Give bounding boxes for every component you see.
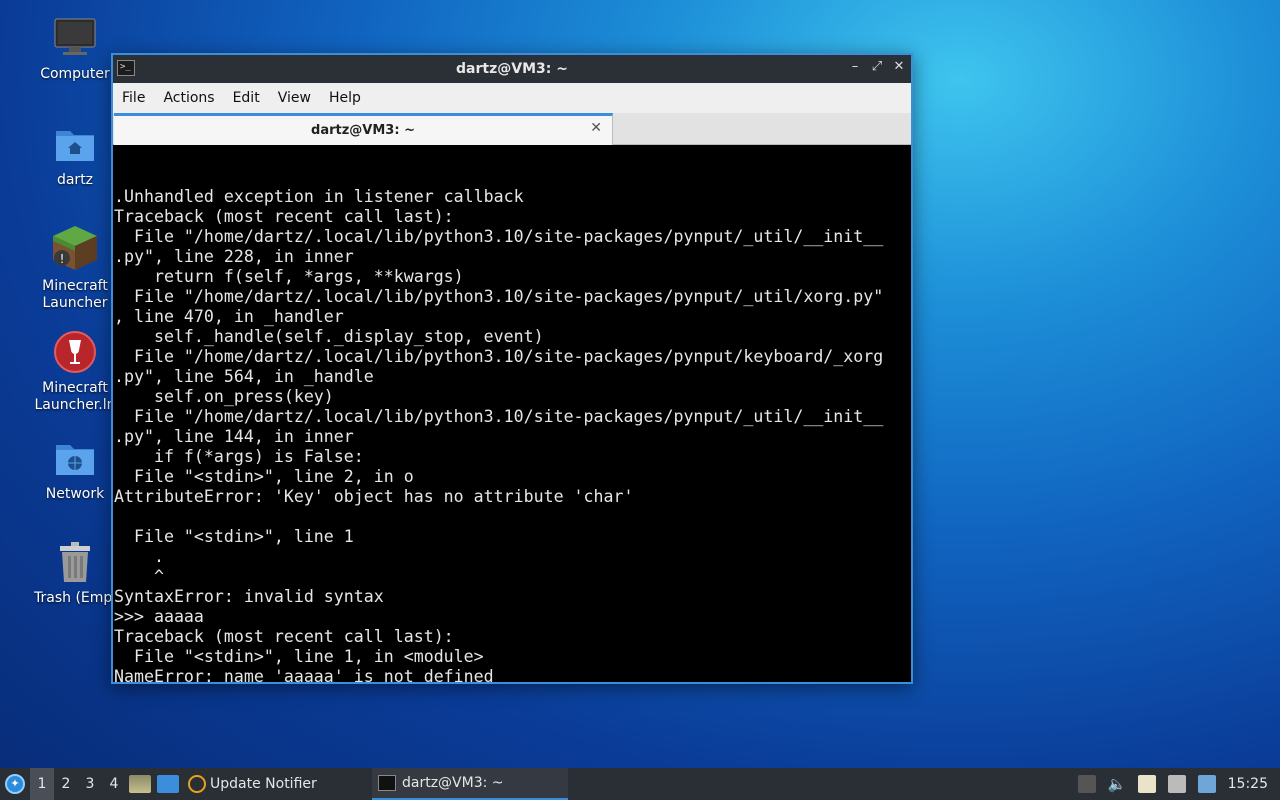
desktop-icon-home[interactable]: dartz [27, 122, 123, 189]
task-label: dartz@VM3: ~ [402, 775, 504, 791]
task-update-notifier[interactable]: Update Notifier [182, 768, 372, 800]
terminal-line: Traceback (most recent call last): [114, 627, 454, 646]
terminal-line: File "<stdin>", line 1 [114, 527, 354, 546]
desktop-icon-minecraft-launcher-ln[interactable]: Minecraft Launcher.ln [27, 330, 123, 414]
system-tray: 🔈 15:25 [1077, 775, 1280, 793]
terminal-line: Traceback (most recent call last): [114, 207, 454, 226]
workspace-4[interactable]: 4 [102, 768, 126, 800]
task-terminal[interactable]: dartz@VM3: ~ [372, 768, 568, 800]
menu-bar: File Actions Edit View Help [113, 83, 911, 113]
workspace-1[interactable]: 1 [30, 768, 54, 800]
terminal-line: File "/home/dartz/.local/lib/python3.10/… [114, 227, 884, 246]
terminal-app-icon: >_ [117, 60, 135, 76]
desktop-icon-label: Network [45, 486, 105, 502]
minecraft-block-icon: ! [51, 224, 99, 272]
tab-label: dartz@VM3: ~ [311, 123, 415, 138]
terminal-line: return f(self, *args, **kwargs) [114, 267, 464, 286]
minimize-button[interactable]: – [849, 59, 861, 74]
menu-help[interactable]: Help [329, 90, 361, 106]
desktop-icon-label: Computer [40, 66, 110, 82]
update-notifier-icon [188, 775, 206, 793]
tab-terminal[interactable]: dartz@VM3: ~ ✕ [114, 113, 613, 145]
desktop-icon-label: dartz [56, 172, 94, 188]
wine-glass-icon [53, 330, 97, 374]
menu-file[interactable]: File [122, 90, 145, 106]
notification-icon[interactable] [1197, 775, 1216, 793]
terminal-line: File "/home/dartz/.local/lib/python3.10/… [114, 287, 884, 306]
taskbar: ✦ 1 2 3 4 Update Notifier dartz@VM3: ~ 🔈… [0, 768, 1280, 800]
terminal-line: self.on_press(key) [114, 387, 334, 406]
show-desktop-icon[interactable] [157, 775, 179, 793]
desktop-icon-label: Minecraft [42, 380, 108, 396]
terminal-window: >_ dartz@VM3: ~ – ⤢ ✕ File Actions Edit … [111, 53, 913, 684]
menu-actions[interactable]: Actions [163, 90, 214, 106]
start-menu-button[interactable]: ✦ [0, 768, 30, 800]
terminal-line: .py", line 564, in _handle [114, 367, 374, 386]
desktop-icon-minecraft-launcher[interactable]: ! Minecraft Launcher [27, 224, 123, 312]
terminal-line: File "/home/dartz/.local/lib/python3.10/… [114, 407, 884, 426]
maximize-button[interactable]: ⤢ [871, 59, 883, 74]
terminal-line: self._handle(self._display_stop, event) [114, 327, 544, 346]
network-folder-icon [53, 436, 97, 480]
menu-view[interactable]: View [278, 90, 311, 106]
volume-icon[interactable]: 🔈 [1108, 775, 1127, 793]
close-button[interactable]: ✕ [893, 59, 905, 74]
tab-close-icon[interactable]: ✕ [590, 120, 602, 136]
terminal-line: SyntaxError: invalid syntax [114, 587, 384, 606]
svg-text:!: ! [60, 252, 65, 266]
terminal-line: AttributeError: 'Key' object has no attr… [114, 487, 634, 506]
workspace-2[interactable]: 2 [54, 768, 78, 800]
eject-icon[interactable] [1077, 775, 1096, 793]
workspace-3[interactable]: 3 [78, 768, 102, 800]
terminal-line: File "<stdin>", line 2, in o [114, 467, 414, 486]
desktop-icon-computer[interactable]: Computer [27, 16, 123, 83]
terminal-output[interactable]: .Unhandled exception in listener callbac… [113, 145, 911, 682]
terminal-line: >>> aaaaa [114, 607, 204, 626]
terminal-line: , line 470, in _handler [114, 307, 344, 326]
desktop-icon-label: Trash (Empty) [34, 590, 116, 606]
task-label: Update Notifier [210, 776, 317, 792]
terminal-line: File "/home/dartz/.local/lib/python3.10/… [114, 347, 884, 366]
tab-bar: dartz@VM3: ~ ✕ [113, 113, 911, 145]
terminal-line: . [114, 547, 164, 566]
terminal-line: NameError: name 'aaaaa' is not defined [114, 667, 494, 682]
terminal-line: ^ [114, 567, 164, 586]
terminal-line: File "<stdin>", line 1, in <module> [114, 647, 484, 666]
network-status-icon[interactable] [1167, 775, 1186, 793]
home-folder-icon [53, 122, 97, 166]
desktop-icon-label: Minecraft [42, 278, 108, 294]
computer-icon [53, 16, 97, 60]
window-titlebar[interactable]: >_ dartz@VM3: ~ – ⤢ ✕ [113, 55, 911, 83]
terminal-line: .py", line 228, in inner [114, 247, 354, 266]
menu-edit[interactable]: Edit [233, 90, 260, 106]
window-title: dartz@VM3: ~ [456, 61, 568, 77]
desktop-icon-network[interactable]: Network [27, 436, 123, 503]
trash-icon [53, 540, 97, 584]
terminal-task-icon [378, 775, 396, 791]
desktop-icon-label-line2: Launcher.ln [34, 397, 116, 413]
terminal-line: .py", line 144, in inner [114, 427, 354, 446]
desktop-icon-trash[interactable]: Trash (Empty) [27, 540, 123, 607]
terminal-line: if f(*args) is False: [114, 447, 364, 466]
terminal-line: .Unhandled exception in listener callbac… [114, 187, 524, 206]
file-manager-icon[interactable] [129, 775, 151, 793]
clock[interactable]: 15:25 [1228, 776, 1268, 792]
clipboard-icon[interactable] [1137, 775, 1156, 793]
lubuntu-logo-icon: ✦ [5, 774, 25, 794]
desktop-icon-label-line2: Launcher [42, 295, 108, 311]
